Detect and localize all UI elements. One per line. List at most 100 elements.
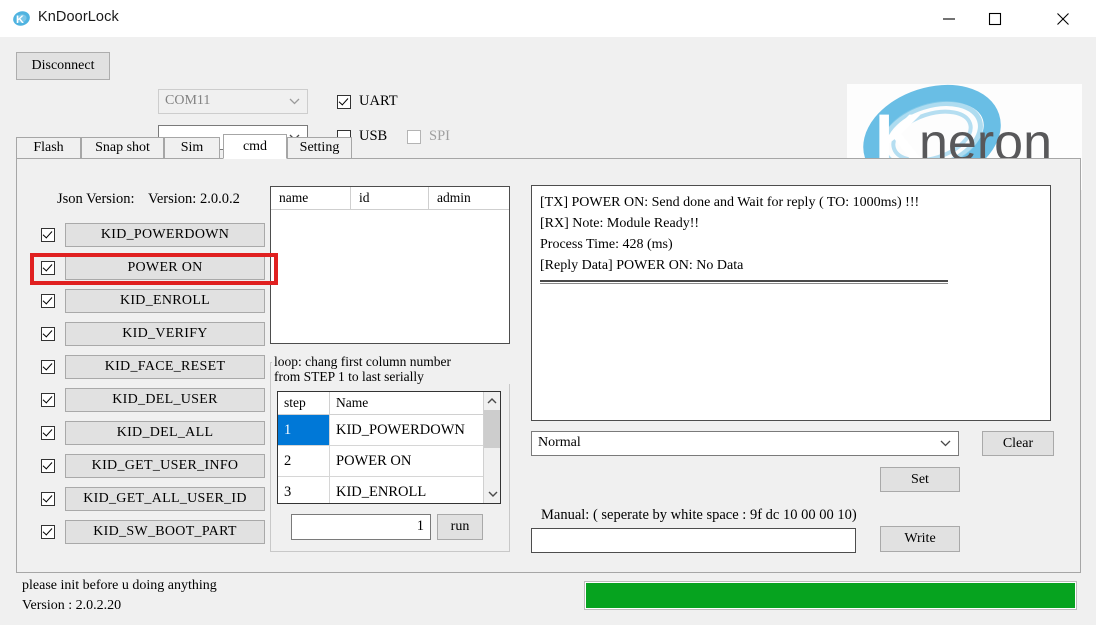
progress-bar-fill — [586, 583, 1075, 608]
command-checkbox[interactable] — [41, 492, 55, 506]
log-separator — [540, 280, 948, 284]
checkbox-box — [337, 94, 351, 109]
step-table[interactable]: step Name 1 KID_POWERDOWN 2 POWER ON 3 KID_EN… — [277, 391, 501, 504]
step-name: KID_POWERDOWN — [336, 421, 465, 438]
disconnect-button[interactable]: Disconnect — [16, 52, 110, 80]
progress-bar — [584, 581, 1077, 610]
manual-input[interactable] — [531, 528, 856, 553]
column-header-admin: admin — [437, 190, 471, 205]
step-number: 1 — [278, 415, 330, 445]
com-port-value: COM11 — [165, 93, 211, 108]
loop-legend-line1: loop: chang first column number — [274, 354, 451, 369]
minimize-icon[interactable] — [926, 0, 972, 37]
log-line: [RX] Note: Module Ready!! — [540, 216, 700, 231]
user-table[interactable]: name id admin — [270, 186, 510, 344]
chevron-up-icon[interactable] — [484, 392, 500, 409]
command-row: KID_ENROLL — [41, 288, 265, 314]
step-name: KID_ENROLL — [336, 483, 427, 500]
status-version: Version : 2.0.2.20 — [22, 598, 122, 613]
command-row: KID_GET_USER_INFO — [41, 453, 265, 479]
step-number: 3 — [278, 477, 330, 503]
json-version-label: Json Version: — [57, 191, 135, 207]
uart-checkbox[interactable]: UART — [337, 93, 398, 110]
com-port-select[interactable]: COM11 — [158, 89, 308, 114]
step-number: 2 — [278, 446, 330, 476]
manual-input-label: Manual: ( seperate by white space : 9f d… — [541, 507, 857, 523]
log-lines: [TX] POWER ON: Send done and Wait for re… — [540, 192, 1042, 276]
command-button[interactable]: KID_DEL_USER — [65, 388, 265, 412]
log-line: [Reply Data] POWER ON: No Data — [540, 258, 744, 273]
column-header-id: id — [351, 187, 429, 209]
command-row: KID_DEL_USER — [41, 387, 265, 413]
loop-legend-line2: from STEP 1 to last serially — [274, 369, 424, 384]
command-row: KID_POWERDOWN — [41, 222, 265, 248]
connection-toolbar: Disconnect COM11 UART USB SPI K neron — [0, 37, 1096, 190]
tab-setting[interactable]: Setting — [287, 137, 352, 158]
close-icon[interactable] — [1040, 0, 1086, 37]
command-row: POWER ON — [41, 255, 265, 281]
command-row: KID_DEL_ALL — [41, 420, 265, 446]
command-button[interactable]: KID_SW_BOOT_PART — [65, 520, 265, 544]
step-table-scrollbar[interactable] — [483, 392, 500, 503]
tab-flash[interactable]: Flash — [16, 137, 81, 158]
step-table-header: step Name — [278, 392, 500, 415]
tab-cmd[interactable]: cmd — [223, 134, 287, 159]
command-button[interactable]: KID_GET_USER_INFO — [65, 454, 265, 478]
tab-strip: Flash Snap shot Sim cmd Setting — [16, 134, 1081, 159]
command-checkbox[interactable] — [41, 525, 55, 539]
clear-button[interactable]: Clear — [982, 431, 1054, 456]
command-checkbox[interactable] — [41, 393, 55, 407]
command-button[interactable]: KID_GET_ALL_USER_ID — [65, 487, 265, 511]
application-window: K KnDoorLock Disconnect COM11 UART USB S… — [0, 0, 1096, 625]
step-name: POWER ON — [336, 452, 412, 469]
command-button[interactable]: KID_DEL_ALL — [65, 421, 265, 445]
step-row[interactable]: 1 KID_POWERDOWN — [278, 415, 500, 446]
command-button[interactable]: KID_FACE_RESET — [65, 355, 265, 379]
command-checkbox[interactable] — [41, 327, 55, 341]
log-line: [TX] POWER ON: Send done and Wait for re… — [540, 195, 920, 210]
command-button[interactable]: KID_POWERDOWN — [65, 223, 265, 247]
command-button[interactable]: KID_ENROLL — [65, 289, 265, 313]
command-button[interactable]: KID_VERIFY — [65, 322, 265, 346]
title-bar: K KnDoorLock — [0, 0, 1096, 38]
run-button[interactable]: run — [437, 514, 483, 540]
command-checkbox[interactable] — [41, 426, 55, 440]
loop-group-legend: loop: chang first column number from STE… — [272, 354, 516, 384]
chevron-down-icon — [936, 432, 954, 455]
column-header-name: name — [271, 187, 351, 209]
mode-select[interactable]: Normal — [531, 431, 959, 456]
command-row: KID_VERIFY — [41, 321, 265, 347]
uart-label: UART — [359, 93, 398, 109]
set-button[interactable]: Set — [880, 467, 960, 492]
mode-value: Normal — [538, 435, 581, 450]
user-table-header: name id admin — [271, 187, 509, 210]
chevron-down-icon — [285, 90, 303, 113]
window-title: KnDoorLock — [38, 9, 119, 25]
json-version-value: Version: 2.0.0.2 — [148, 191, 240, 207]
chevron-down-icon[interactable] — [484, 486, 500, 503]
command-row: KID_FACE_RESET — [41, 354, 265, 380]
column-header-step-name: Name — [336, 395, 369, 410]
maximize-icon[interactable] — [972, 0, 1018, 37]
command-button[interactable]: POWER ON — [65, 256, 265, 280]
command-checkbox[interactable] — [41, 261, 55, 275]
step-row[interactable]: 2 POWER ON — [278, 446, 500, 477]
log-line: Process Time: 428 (ms) — [540, 237, 673, 252]
svg-text:K: K — [16, 14, 24, 26]
kn-logo-icon: K — [12, 9, 31, 28]
status-message: please init before u doing anything — [22, 578, 217, 593]
log-output[interactable]: [TX] POWER ON: Send done and Wait for re… — [531, 185, 1051, 421]
command-row: KID_SW_BOOT_PART — [41, 519, 265, 545]
column-header-step: step — [278, 392, 330, 414]
command-checkbox[interactable] — [41, 360, 55, 374]
loop-count-input[interactable]: 1 — [291, 514, 431, 540]
command-checkbox[interactable] — [41, 459, 55, 473]
write-button[interactable]: Write — [880, 526, 960, 552]
scrollbar-thumb[interactable] — [484, 410, 500, 448]
step-row[interactable]: 3 KID_ENROLL — [278, 477, 500, 503]
command-checkbox[interactable] — [41, 228, 55, 242]
tab-snap-shot[interactable]: Snap shot — [81, 137, 164, 158]
command-checkbox[interactable] — [41, 294, 55, 308]
tab-sim[interactable]: Sim — [164, 137, 220, 158]
command-row: KID_GET_ALL_USER_ID — [41, 486, 265, 512]
